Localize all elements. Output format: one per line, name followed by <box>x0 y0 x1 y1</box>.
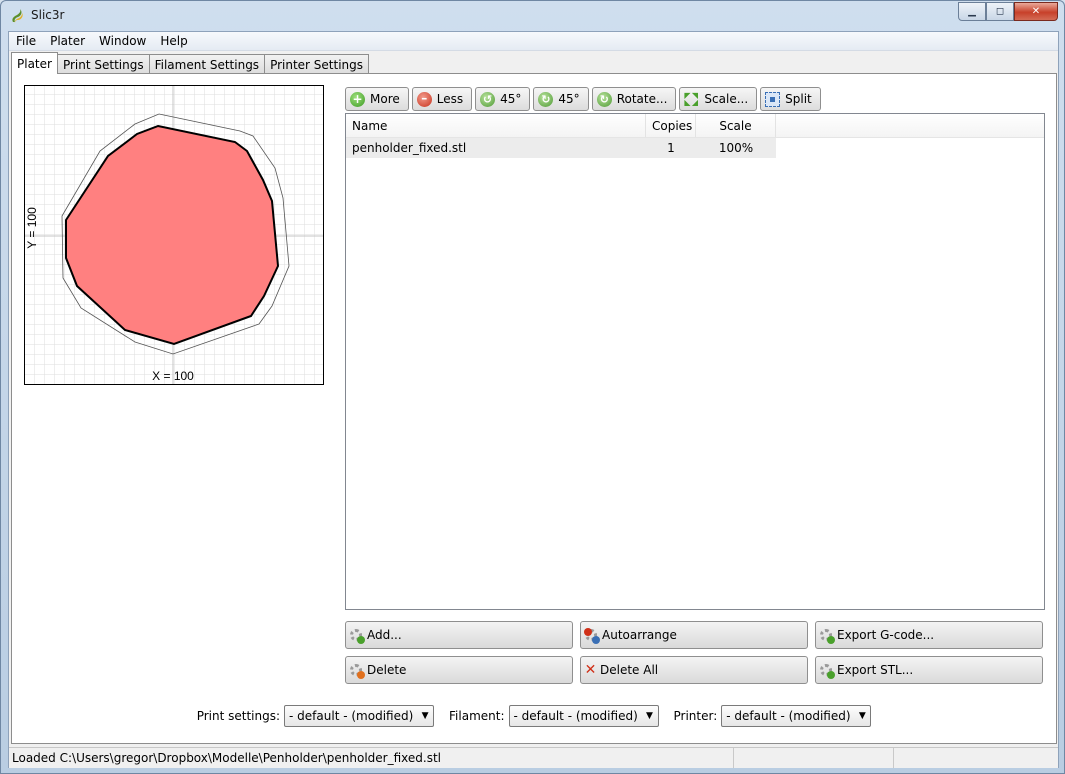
print-settings-label: Print settings: <box>196 709 281 723</box>
status-pane <box>734 748 894 768</box>
window-title: Slic3r <box>31 8 65 22</box>
table-row[interactable]: penholder_fixed.stl 1 100% <box>346 138 776 158</box>
row-copies: 1 <box>667 141 675 155</box>
rotate-right-button[interactable]: ↻ 45° <box>533 87 589 111</box>
printer-value: - default - (modified) <box>726 709 851 723</box>
autoarrange-label: Autoarrange <box>602 628 677 642</box>
object-list[interactable]: Name Copies Scale penholder_fixed.stl 1 … <box>345 113 1045 610</box>
plater-panel: X = 100 Y = 100 + More – Less ↺ 45° ↻ 45° ↻ R… <box>11 73 1057 744</box>
rotate-button[interactable]: ↻ Rotate... <box>591 87 677 111</box>
minimize-icon: ▁ <box>968 6 976 17</box>
tab-filament-settings[interactable]: Filament Settings <box>148 54 266 74</box>
more-button[interactable]: + More <box>345 87 409 111</box>
app-window: Slic3r ▁ ◻ ✕ File Plater Window Help Pla… <box>0 0 1065 774</box>
plater-canvas[interactable]: X = 100 Y = 100 <box>24 85 324 385</box>
delete-button[interactable]: Delete <box>345 656 573 684</box>
tab-plater[interactable]: Plater <box>11 52 58 74</box>
rotate-ccw-icon: ↺ <box>480 91 496 107</box>
print-settings-value: - default - (modified) <box>289 709 414 723</box>
menu-plater[interactable]: Plater <box>43 32 92 50</box>
split-label: Split <box>785 92 812 106</box>
plus-icon: + <box>350 91 365 107</box>
title-bar[interactable]: Slic3r ▁ ◻ ✕ <box>1 1 1064 31</box>
delete-all-label: Delete All <box>600 663 659 677</box>
rotate-right-label: 45° <box>558 92 580 106</box>
split-button[interactable]: Split <box>760 87 821 111</box>
export-gcode-label: Export G-code... <box>837 628 935 642</box>
menu-bar: File Plater Window Help <box>9 32 1058 51</box>
tab-printer-settings[interactable]: Printer Settings <box>264 54 370 74</box>
close-icon: ✕ <box>1031 6 1041 17</box>
more-label: More <box>370 92 400 106</box>
client-area: File Plater Window Help Plater Print Set… <box>8 31 1059 768</box>
scale-icon: ◤ ◥ ◣ ◢ <box>684 90 699 107</box>
scale-button[interactable]: ◤ ◥ ◣ ◢ Scale... <box>679 87 758 111</box>
status-bar: Loaded C:\Users\gregor\Dropbox\Modelle\P… <box>9 747 1058 768</box>
export-stl-icon <box>818 662 835 679</box>
column-scale[interactable]: Scale <box>696 114 776 137</box>
delete-all-button[interactable]: ✕ Delete All <box>580 656 808 684</box>
autoarrange-icon <box>583 627 600 644</box>
split-icon <box>765 91 781 107</box>
tab-bar: Plater Print Settings Filament Settings … <box>11 52 370 74</box>
tab-print-settings[interactable]: Print Settings <box>56 54 150 74</box>
preset-selectors: Print settings: - default - (modified) ▼ … <box>12 705 1056 727</box>
column-copies[interactable]: Copies <box>646 114 696 137</box>
dropdown-arrow-icon: ▼ <box>421 711 429 721</box>
delete-gear-icon <box>348 662 365 679</box>
delete-label: Delete <box>367 663 407 677</box>
add-button[interactable]: Add... <box>345 621 573 649</box>
maximize-button[interactable]: ◻ <box>986 2 1014 21</box>
object-toolbar: + More – Less ↺ 45° ↻ 45° ↻ Rotate... ◤ ◥ ◣ ◢ Sca… <box>345 87 821 111</box>
delete-all-x-icon: ✕ <box>584 662 597 678</box>
add-label: Add... <box>367 628 402 642</box>
minimize-button[interactable]: ▁ <box>958 2 986 21</box>
rotate-left-label: 45° <box>500 92 522 106</box>
minus-icon: – <box>416 91 432 107</box>
printer-label: Printer: <box>673 709 718 723</box>
close-button[interactable]: ✕ <box>1014 2 1058 21</box>
filament-value: - default - (modified) <box>513 709 638 723</box>
export-stl-label: Export STL... <box>837 663 914 677</box>
add-gear-icon <box>348 627 365 644</box>
rotate-cw-icon: ↻ <box>538 91 554 107</box>
rotate-label: Rotate... <box>616 92 668 106</box>
slic3r-logo-icon <box>12 9 23 23</box>
maximize-icon: ◻ <box>995 6 1005 17</box>
row-name: penholder_fixed.stl <box>352 141 467 155</box>
scale-label: Scale... <box>704 92 749 106</box>
rotate-icon: ↻ <box>596 91 612 107</box>
y-dimension-label: Y = 100 <box>25 207 39 249</box>
print-settings-select[interactable]: - default - (modified) ▼ <box>284 705 435 727</box>
export-gcode-button[interactable]: Export G-code... <box>815 621 1043 649</box>
x-dimension-label: X = 100 <box>152 369 194 383</box>
printer-select[interactable]: - default - (modified) ▼ <box>721 705 872 727</box>
bed-preview[interactable]: X = 100 Y = 100 <box>25 86 323 384</box>
less-button[interactable]: – Less <box>411 87 473 111</box>
menu-help[interactable]: Help <box>153 32 194 50</box>
list-header: Name Copies Scale <box>346 114 1044 138</box>
export-stl-button[interactable]: Export STL... <box>815 656 1043 684</box>
filament-select[interactable]: - default - (modified) ▼ <box>508 705 659 727</box>
action-buttons: Add... Autoarrange Export G-code... Dele… <box>345 621 1043 684</box>
row-scale: 100% <box>718 141 754 155</box>
rotate-left-button[interactable]: ↺ 45° <box>475 87 531 111</box>
menu-file[interactable]: File <box>9 32 43 50</box>
dropdown-arrow-icon: ▼ <box>858 711 866 721</box>
less-label: Less <box>436 92 464 106</box>
menu-window[interactable]: Window <box>92 32 153 50</box>
autoarrange-button[interactable]: Autoarrange <box>580 621 808 649</box>
dropdown-arrow-icon: ▼ <box>646 711 653 721</box>
column-name[interactable]: Name <box>346 114 646 137</box>
status-text: Loaded C:\Users\gregor\Dropbox\Modelle\P… <box>9 748 734 768</box>
export-gcode-icon <box>818 627 835 644</box>
filament-label: Filament: <box>449 709 505 723</box>
